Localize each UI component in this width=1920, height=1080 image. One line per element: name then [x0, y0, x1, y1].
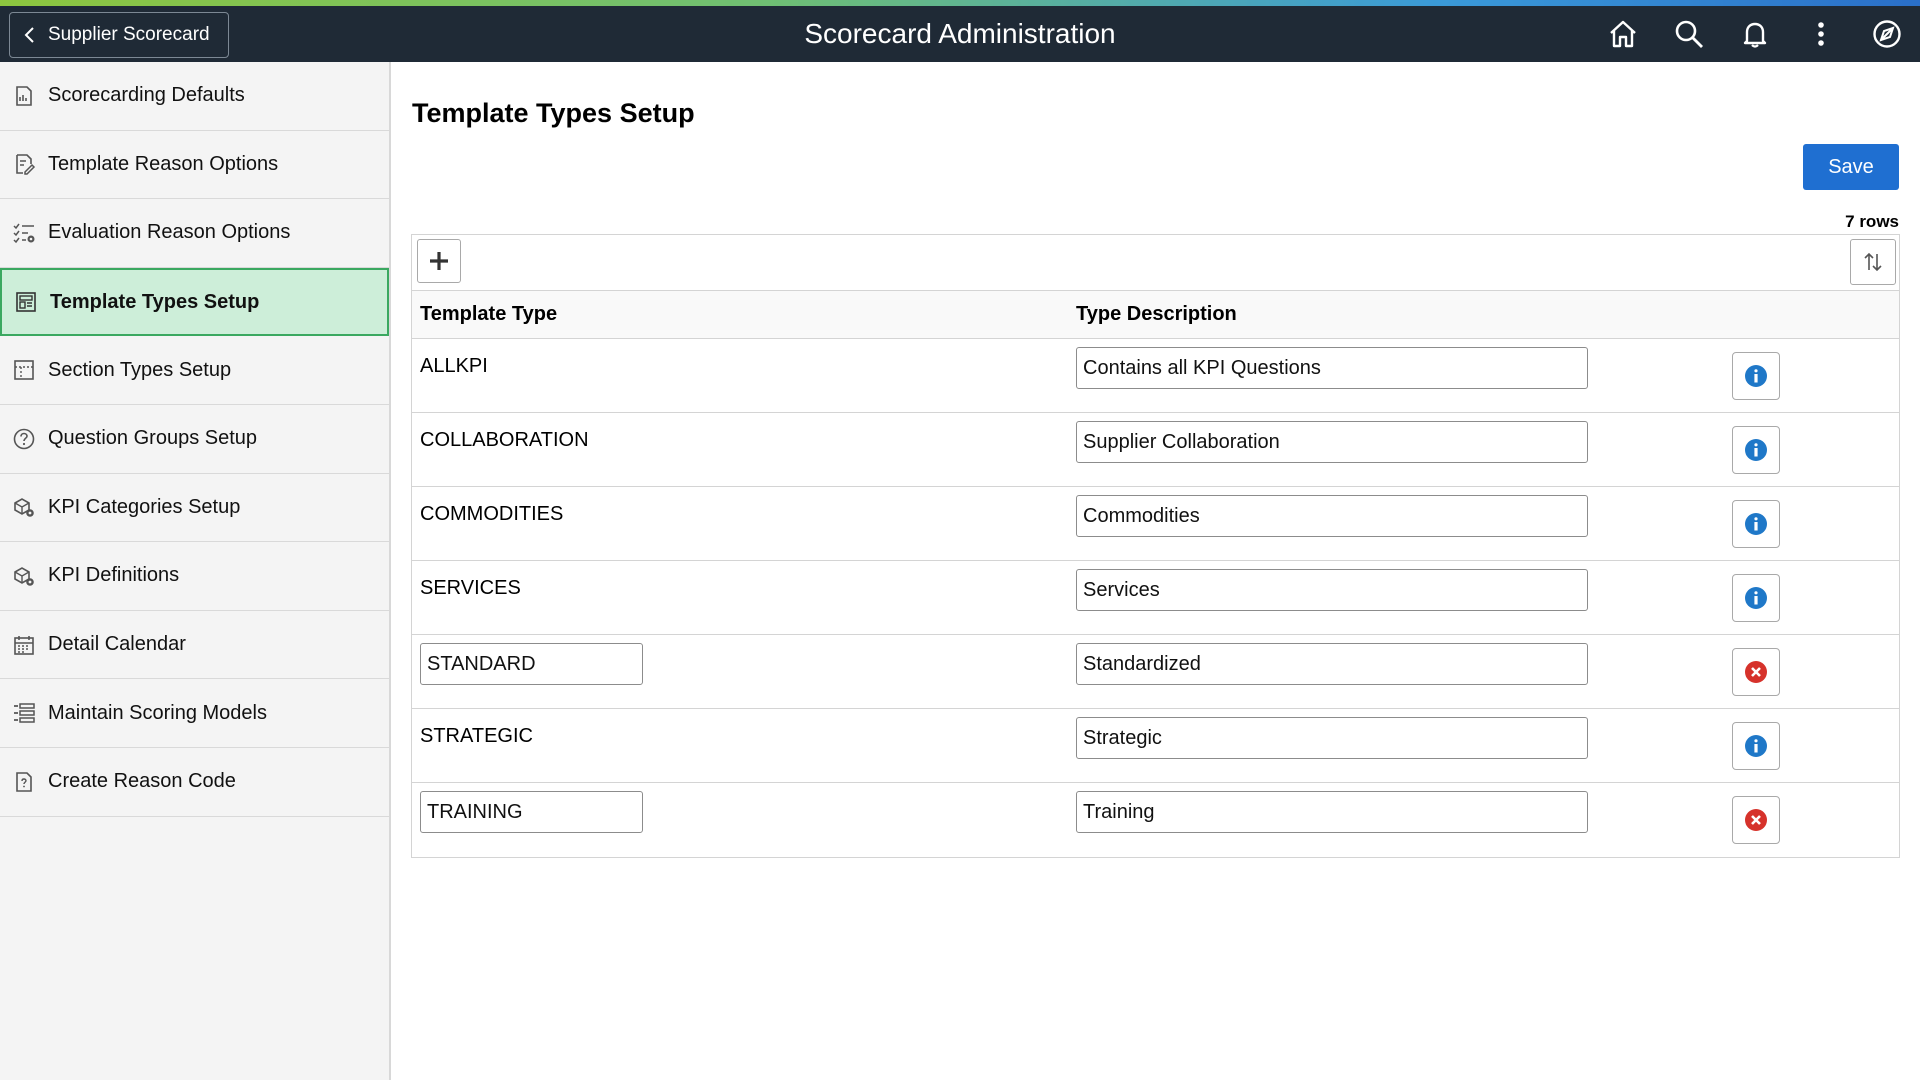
table-row	[412, 635, 1899, 709]
notifications-icon[interactable]	[1722, 6, 1788, 62]
sidebar-item-kpi-definitions[interactable]: KPI Definitions	[0, 542, 389, 611]
document-edit-icon	[12, 152, 36, 176]
type-description-input[interactable]	[1076, 421, 1588, 463]
sidebar-item-template-types-setup[interactable]: Template Types Setup	[0, 267, 389, 337]
type-description-input[interactable]	[1076, 495, 1588, 537]
row-details-button[interactable]	[1732, 426, 1780, 474]
row-count: 7 rows	[1845, 212, 1899, 231]
question-icon	[12, 427, 36, 451]
sort-button[interactable]	[1850, 239, 1896, 285]
template-type-input[interactable]	[420, 791, 643, 833]
delete-row-button[interactable]	[1732, 796, 1780, 844]
table-row: STRATEGIC	[412, 709, 1899, 783]
sidebar-item-create-reason-code[interactable]: Create Reason Code	[0, 748, 389, 817]
home-icon[interactable]	[1590, 6, 1656, 62]
sidebar-item-maintain-scoring-models[interactable]: Maintain Scoring Models	[0, 679, 389, 748]
main-content: Template Types Setup Save 7 rows Templat…	[393, 62, 1920, 1080]
info-icon	[1745, 513, 1767, 535]
template-icon	[14, 290, 38, 314]
grid-toolbar	[412, 235, 1899, 291]
delete-icon	[1745, 661, 1767, 683]
info-icon	[1745, 735, 1767, 757]
kpi-settings-icon	[12, 495, 36, 519]
column-header-type-description[interactable]: Type Description	[1076, 303, 1237, 326]
table-row: COLLABORATION	[412, 413, 1899, 487]
grid-header: Template Type Type Description	[412, 291, 1899, 339]
delete-icon	[1745, 809, 1767, 831]
sidebar-item-label: KPI Definitions	[48, 564, 180, 587]
type-description-input[interactable]	[1076, 791, 1588, 833]
header-actions	[1590, 6, 1920, 62]
type-description-input[interactable]	[1076, 643, 1588, 685]
section-grid-icon	[12, 358, 36, 382]
sidebar-nav: Scorecarding Defaults Template Reason Op…	[0, 62, 391, 1080]
back-button[interactable]: Supplier Scorecard	[9, 12, 229, 58]
info-icon	[1745, 587, 1767, 609]
add-row-button[interactable]	[417, 239, 461, 283]
template-type-value: STRATEGIC	[420, 725, 533, 747]
plus-icon	[430, 252, 448, 270]
save-button[interactable]: Save	[1803, 144, 1899, 190]
type-description-input[interactable]	[1076, 569, 1588, 611]
sidebar-item-question-groups-setup[interactable]: Question Groups Setup	[0, 405, 389, 474]
checklist-settings-icon	[12, 221, 36, 245]
table-row	[412, 783, 1899, 857]
sidebar-item-label: Maintain Scoring Models	[48, 701, 267, 724]
sidebar-item-label: Section Types Setup	[48, 358, 232, 381]
template-type-value: ALLKPI	[420, 355, 488, 377]
info-icon	[1745, 365, 1767, 387]
header-bar: Supplier Scorecard Scorecard Administrat…	[0, 6, 1920, 62]
type-description-input[interactable]	[1076, 717, 1588, 759]
template-type-value: SERVICES	[420, 577, 521, 599]
sidebar-item-label: Question Groups Setup	[48, 427, 258, 450]
sidebar-item-label: Scorecarding Defaults	[48, 84, 245, 107]
template-type-value: COMMODITIES	[420, 503, 564, 525]
template-type-input[interactable]	[420, 643, 643, 685]
document-question-icon	[12, 770, 36, 794]
type-description-input[interactable]	[1076, 347, 1588, 389]
sidebar-item-label: KPI Categories Setup	[48, 495, 241, 518]
row-details-button[interactable]	[1732, 352, 1780, 400]
row-details-button[interactable]	[1732, 722, 1780, 770]
sidebar-item-label: Evaluation Reason Options	[48, 221, 291, 244]
back-button-label: Supplier Scorecard	[48, 24, 210, 45]
table-row: SERVICES	[412, 561, 1899, 635]
sidebar-item-section-types-setup[interactable]: Section Types Setup	[0, 336, 389, 405]
row-details-button[interactable]	[1732, 500, 1780, 548]
sidebar-item-template-reason-options[interactable]: Template Reason Options	[0, 131, 389, 200]
row-details-button[interactable]	[1732, 574, 1780, 622]
table-row: COMMODITIES	[412, 487, 1899, 561]
sort-icon	[1864, 252, 1882, 272]
sidebar-item-scorecarding-defaults[interactable]: Scorecarding Defaults	[0, 62, 389, 131]
template-types-grid: Template Type Type Description ALLKPI COL…	[411, 234, 1900, 858]
list-icon	[12, 701, 36, 725]
sidebar-item-kpi-categories-setup[interactable]: KPI Categories Setup	[0, 474, 389, 543]
sidebar-item-label: Detail Calendar	[48, 633, 186, 656]
calendar-icon	[12, 633, 36, 657]
info-icon	[1745, 439, 1767, 461]
search-icon[interactable]	[1656, 6, 1722, 62]
sidebar-item-label: Template Reason Options	[48, 152, 279, 175]
column-header-template-type[interactable]: Template Type	[420, 303, 557, 326]
navigator-icon[interactable]	[1854, 6, 1920, 62]
kpi-settings-icon	[12, 564, 36, 588]
sidebar-item-label: Template Types Setup	[50, 290, 260, 313]
chevron-left-icon	[24, 27, 34, 43]
grid-body: ALLKPI COLLABORATION COMMODITIES SERVICES ST…	[412, 339, 1899, 857]
sidebar-item-evaluation-reason-options[interactable]: Evaluation Reason Options	[0, 199, 389, 268]
table-row: ALLKPI	[412, 339, 1899, 413]
report-icon	[12, 84, 36, 108]
sidebar-item-label: Create Reason Code	[48, 770, 236, 793]
sidebar-item-detail-calendar[interactable]: Detail Calendar	[0, 611, 389, 680]
more-actions-icon[interactable]	[1788, 6, 1854, 62]
page-title: Template Types Setup	[412, 98, 695, 128]
template-type-value: COLLABORATION	[420, 429, 589, 451]
delete-row-button[interactable]	[1732, 648, 1780, 696]
